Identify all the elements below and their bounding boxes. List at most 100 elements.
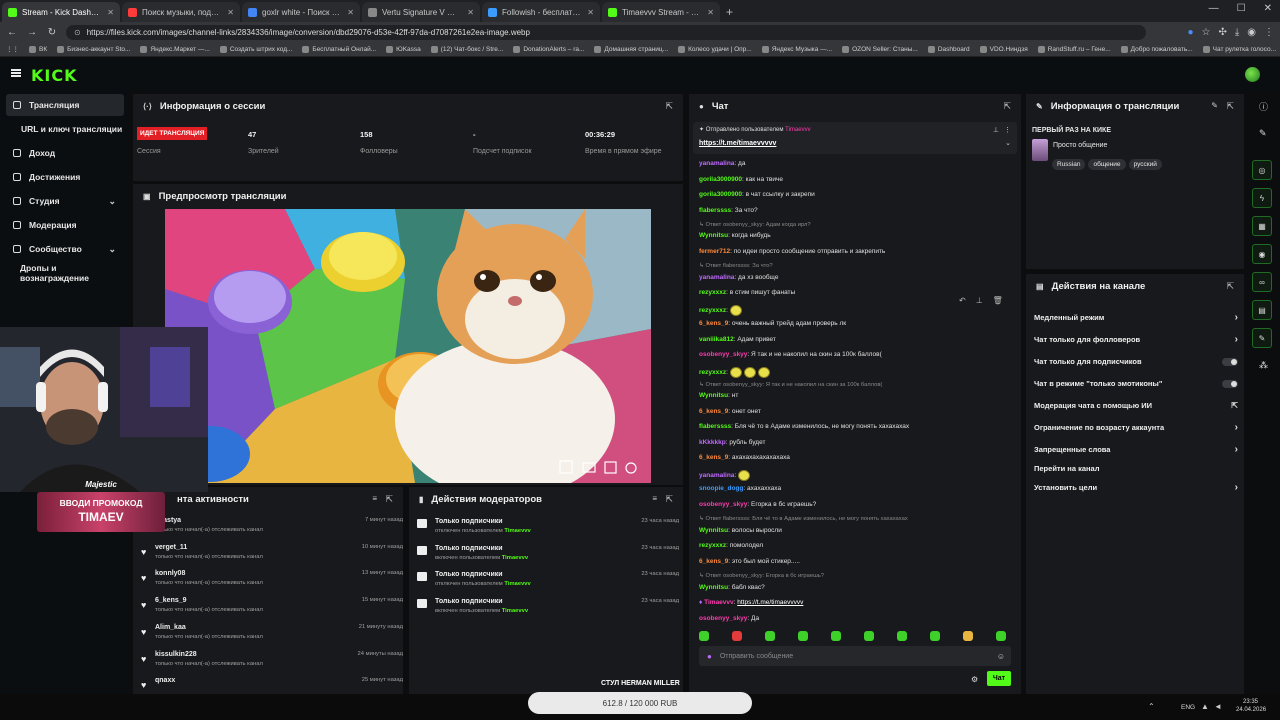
download-icon[interactable]: ⤓ [1235,27,1239,38]
browser-tab[interactable]: Vertu Signature V — цены, ку ✕ [362,2,480,22]
emote-picker-icon[interactable] [897,631,907,641]
open-external-icon[interactable]: ⇱ [1226,281,1234,292]
mod-action-user[interactable]: Timaevvv [504,528,530,534]
site-info-icon[interactable]: ⊙ [74,28,81,37]
chat-username[interactable]: yanamalina [699,274,734,281]
close-window-icon[interactable]: ✕ [1264,3,1272,14]
channel-action-item[interactable]: Перейти на канал [1034,464,1238,473]
chat-message[interactable]: 6_kens_9: это был мой стикер..... [699,558,800,565]
stream-tag[interactable]: Russian [1052,159,1086,170]
mod-action-user[interactable]: Timaevvv [502,555,528,561]
tab-close-icon[interactable]: ✕ [227,8,234,17]
chat-message[interactable]: osobenyy_skyy: Да [699,615,759,622]
browser-tab[interactable]: Поиск музыки, подкасто ✕ [122,2,240,22]
chat-message[interactable]: flaberssss: Бля чё то в Адаме изменилось… [699,423,909,430]
rail-bolt-icon[interactable]: ϟ [1252,188,1272,208]
bookmark-item[interactable]: Dashboard [927,45,970,53]
open-external-icon[interactable]: ⇱ [385,494,393,505]
bookmark-item[interactable]: Яндекс.Маркет —... [140,45,210,53]
chat-username[interactable]: Wynnitsu [699,584,728,591]
stream-tag[interactable]: русский [1128,159,1162,170]
follower-name[interactable]: verget_11 [155,544,187,551]
user-avatar[interactable] [1245,67,1260,82]
bookmark-item[interactable]: ЮKassa [386,45,421,53]
info-circle-icon[interactable]: ⓘ [1259,100,1268,113]
chat-username[interactable]: rezyxxxz [699,289,726,296]
open-external-icon[interactable]: ⇱ [1226,101,1234,112]
chat-message[interactable]: rezyxxxz: в стим пишут фанаты [699,289,795,296]
rail-more-icon[interactable]: ⁂ [1259,360,1268,371]
emote-picker-icon[interactable] [864,631,874,641]
chat-username[interactable]: osobenyy_skyy [699,501,747,508]
mod-action-user[interactable]: Timaevvv [504,581,530,587]
bookmark-item[interactable]: Добро пожаловать... [1120,45,1193,53]
category-name[interactable]: Просто общение [1053,142,1107,149]
follower-name[interactable]: konnly08 [155,570,185,577]
bookmark-item[interactable]: (12) Чат-бокс / Stre... [430,45,503,53]
pinned-more-icon[interactable]: ⋮ [1004,126,1011,134]
delete-icon[interactable]: 🗑 [993,296,1003,305]
chat-username[interactable]: osobenyy_skyy [699,615,747,622]
bookmark-item[interactable]: DonationAlerts – ra... [513,45,584,53]
chat-username[interactable]: 6_kens_9 [699,454,728,461]
emoji-icon[interactable]: ☺ [997,652,1005,661]
menu-burger-icon[interactable] [11,69,21,77]
emote-picker-icon[interactable] [732,631,742,641]
sidebar-item[interactable]: Достижения [6,166,124,188]
pencil-icon[interactable]: ✎ [1259,128,1267,139]
chat-message[interactable]: 6_kens_9: ахахахахахахахаха [699,454,790,461]
chat-message[interactable]: rezyxxxz: [699,366,772,378]
stream-preview-video[interactable] [165,209,651,483]
pinned-link[interactable]: https://t.me/timaevvvvv [699,140,776,147]
open-external-icon[interactable]: ⇱ [665,101,673,112]
chat-message[interactable]: rezyxxxz: [699,304,744,316]
chat-username[interactable]: yanamalina [699,160,734,167]
chat-username[interactable]: Timaevvv [704,599,734,606]
chat-username[interactable]: yanamalina [699,472,734,479]
bookmark-item[interactable]: Домашняя страниц... [594,45,668,53]
chat-message[interactable]: osobenyy_skyy: Я так и не накопил на ски… [699,351,882,358]
open-external-icon[interactable]: ⇱ [1003,101,1011,112]
back-icon[interactable]: ← [6,27,18,38]
filter-icon[interactable]: ≡ [372,494,377,503]
bookmark-item[interactable]: Яндекс Музыка —... [761,45,832,53]
rail-webcam-icon[interactable]: ◎ [1252,160,1272,180]
network-icon[interactable]: ▲ [1201,702,1209,711]
toggle-switch[interactable] [1222,379,1238,388]
emote-picker-icon[interactable] [930,631,940,641]
rail-server-icon[interactable]: ▤ [1252,300,1272,320]
chat-username[interactable]: snoopie_dogg [699,485,743,492]
chat-username[interactable]: osobenyy_skyy [699,351,747,358]
chat-username[interactable]: rezyxxxz [699,369,726,376]
channel-action-item[interactable]: Чат в режиме "только эмотиконы" [1034,379,1238,388]
follower-name[interactable]: kissulkin228 [155,651,197,658]
channel-action-item[interactable]: Запрещенные слова › [1034,444,1238,455]
chat-message[interactable]: ♦ Timaevvv: https://t.me/timaevvvvv [699,599,803,606]
extensions-puzzle-icon[interactable]: ✣ [1218,27,1226,38]
chat-username[interactable]: 6_kens_9 [699,320,728,327]
reload-icon[interactable]: ↻ [46,27,58,38]
chat-input[interactable]: ● Отправить сообщение ☺ [699,646,1011,666]
bookmark-item[interactable]: ВК [29,45,47,53]
menu-icon[interactable]: ⋮ [1264,27,1274,38]
sidebar-item[interactable]: Студия ⌄ [6,190,124,212]
chat-send-button[interactable]: Чат [987,671,1011,686]
rail-link-icon[interactable]: ∞ [1252,272,1272,292]
new-tab-icon[interactable]: + [726,2,733,22]
rail-card-icon[interactable]: ▦ [1252,216,1272,236]
chat-message[interactable]: yanamalina: да [699,160,745,167]
filter-icon[interactable]: ≡ [652,494,657,503]
sidebar-item[interactable]: Модерация [6,214,124,236]
chat-message[interactable]: yanamalina: [699,469,752,481]
chat-username[interactable]: flaberssss [699,423,731,430]
emote-picker-icon[interactable] [831,631,841,641]
bookmark-item[interactable]: RandStuff.ru – Гене... [1037,45,1111,53]
chat-username[interactable]: rezyxxxz [699,542,726,549]
chat-message[interactable]: Wynnitsu: бабл квас? [699,584,765,591]
chat-message[interactable]: Wynnitsu: нт [699,392,738,399]
chat-username[interactable]: Wynnitsu [699,527,728,534]
chat-message[interactable]: kKkkkkp: рубль будет [699,439,765,446]
apps-icon[interactable]: ⋮⋮ [6,45,19,53]
follower-name[interactable]: Alim_kaa [155,624,186,631]
tab-close-icon[interactable]: ✕ [107,8,114,17]
